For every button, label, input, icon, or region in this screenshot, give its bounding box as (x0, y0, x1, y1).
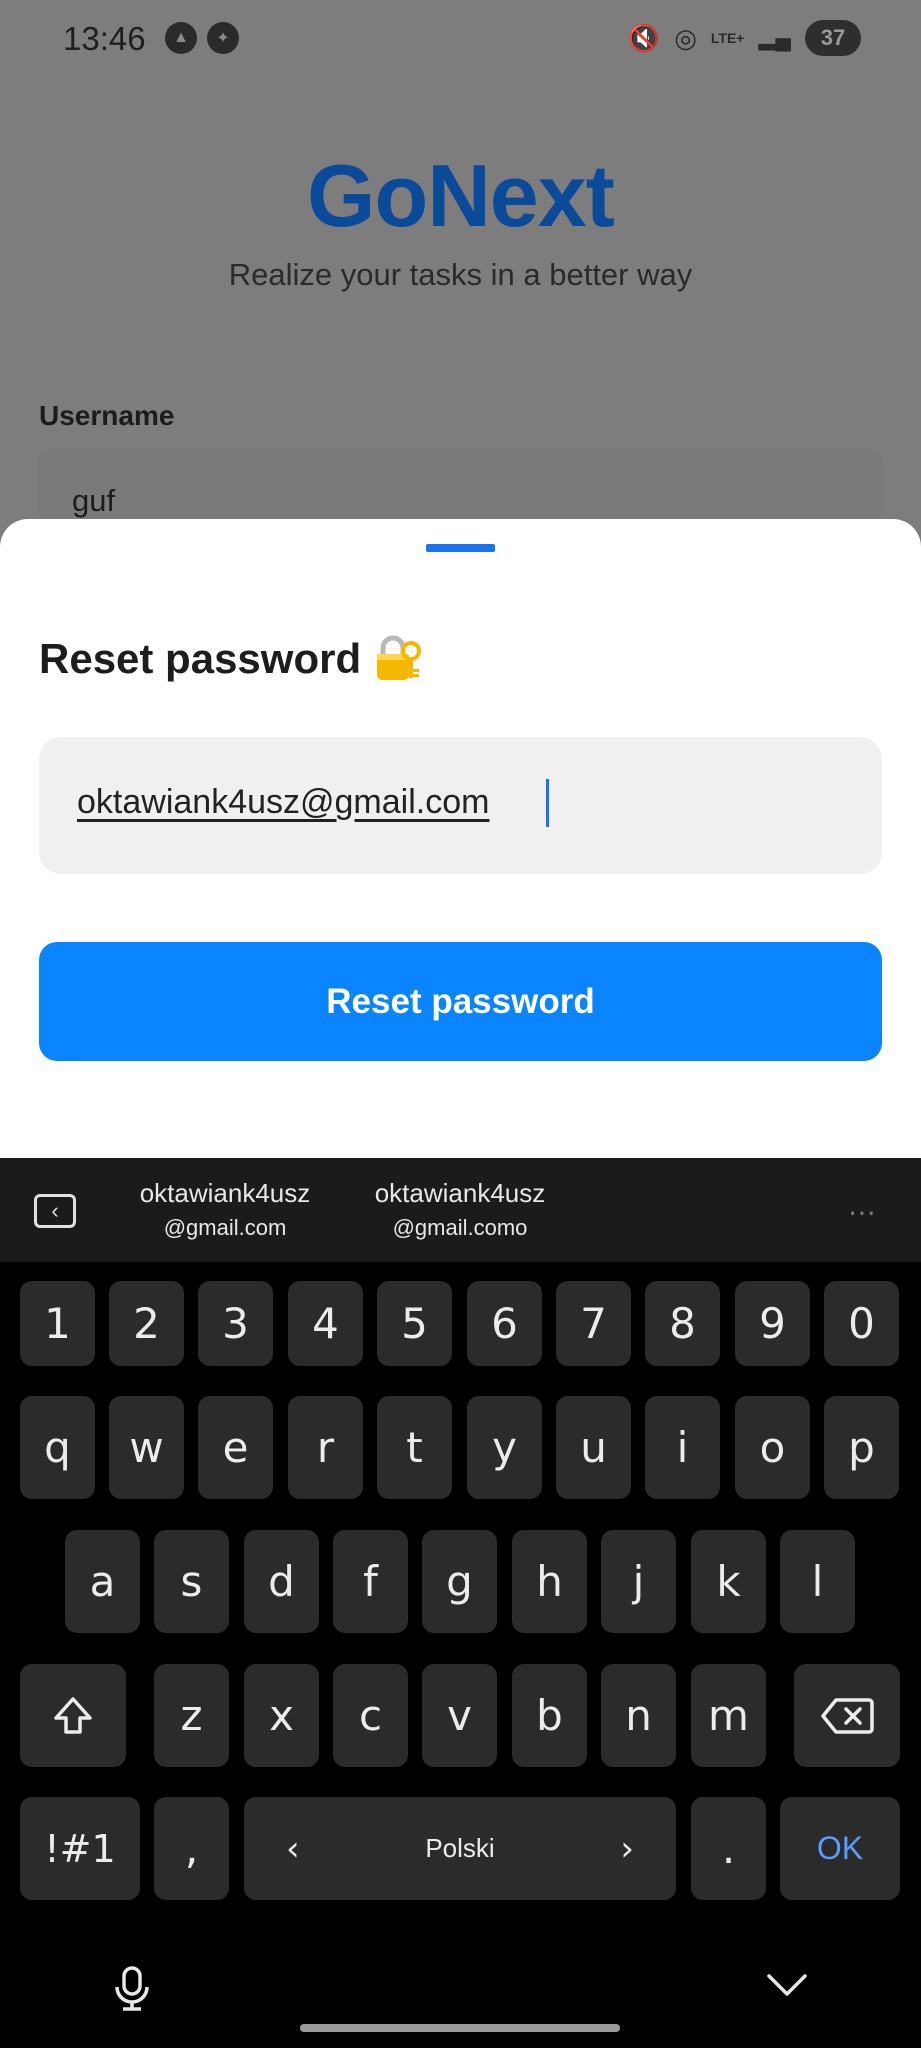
symbols-key[interactable]: !#1 (20, 1797, 140, 1900)
mute-icon: 🔇 (627, 23, 661, 53)
key-6[interactable]: 6 (467, 1281, 542, 1366)
backspace-key[interactable] (794, 1664, 900, 1767)
key-p[interactable]: p (824, 1396, 899, 1499)
ok-key[interactable]: OK (780, 1797, 900, 1900)
backspace-icon (821, 1697, 874, 1734)
app-notification-icon: ▲ (165, 22, 197, 54)
sheet-title-text: Reset password (39, 635, 362, 682)
hotspot-icon: ◎ (674, 23, 697, 53)
more-options-icon[interactable]: ⋯ (848, 1196, 878, 1229)
key-1[interactable]: 1 (20, 1281, 95, 1366)
key-l[interactable]: l (780, 1530, 855, 1633)
key-i[interactable]: i (645, 1396, 720, 1499)
key-7[interactable]: 7 (556, 1281, 631, 1366)
key-z[interactable]: z (154, 1664, 229, 1767)
key-u[interactable]: u (556, 1396, 631, 1499)
comma-key[interactable]: , (154, 1797, 229, 1900)
key-h[interactable]: h (512, 1530, 587, 1633)
key-a[interactable]: a (65, 1530, 140, 1633)
signal-icon: ▂▄ (758, 25, 791, 50)
key-g[interactable]: g (422, 1530, 497, 1633)
shift-key[interactable] (20, 1664, 126, 1767)
key-4[interactable]: 4 (288, 1281, 363, 1366)
shift-icon (54, 1696, 92, 1734)
home-indicator[interactable] (300, 2024, 620, 2032)
key-2[interactable]: 2 (109, 1281, 184, 1366)
suggestion-2-line1: oktawiank4usz (374, 1178, 546, 1208)
key-k[interactable]: k (691, 1530, 766, 1633)
status-bar: 13:46 ▲ ✦ 🔇 ◎ LTE+ ▂▄ 37 (0, 0, 921, 80)
email-input-value: oktawiank4usz@gmail.com (77, 783, 490, 821)
key-y[interactable]: y (467, 1396, 542, 1499)
key-9[interactable]: 9 (735, 1281, 810, 1366)
hide-keyboard-icon[interactable] (765, 1965, 809, 2010)
messenger-icon: ✦ (207, 22, 239, 54)
key-8[interactable]: 8 (645, 1281, 720, 1366)
key-5[interactable]: 5 (377, 1281, 452, 1366)
suggestion-1[interactable]: oktawiank4usz @gmail.com (125, 1178, 325, 1241)
key-n[interactable]: n (601, 1664, 676, 1767)
key-t[interactable]: t (377, 1396, 452, 1499)
suggestion-1-line1: oktawiank4usz (139, 1178, 311, 1208)
period-key[interactable]: . (691, 1797, 766, 1900)
key-r[interactable]: r (288, 1396, 363, 1499)
key-e[interactable]: e (198, 1396, 273, 1499)
space-right-arrow-icon: › (620, 1828, 634, 1869)
network-type: LTE+ (710, 30, 745, 46)
space-language-label: Polski (425, 1833, 495, 1863)
username-value: guf (72, 483, 116, 518)
microphone-icon[interactable] (112, 1965, 152, 2023)
key-3[interactable]: 3 (198, 1281, 273, 1366)
username-label: Username (39, 400, 175, 431)
suggestion-1-line2: @gmail.com (163, 1215, 287, 1240)
key-s[interactable]: s (154, 1530, 229, 1633)
suggestion-2-line2: @gmail.como (392, 1215, 528, 1240)
text-caret (546, 779, 549, 827)
reset-password-button[interactable]: Reset password (39, 942, 882, 1061)
app-tagline: Realize your tasks in a better way (228, 257, 693, 292)
key-j[interactable]: j (601, 1530, 676, 1633)
suggestion-2[interactable]: oktawiank4usz @gmail.como (360, 1178, 560, 1241)
key-0[interactable]: 0 (824, 1281, 899, 1366)
key-m[interactable]: m (691, 1664, 766, 1767)
app-logo-title: GoNext (307, 146, 615, 245)
battery-indicator: 37 (805, 20, 861, 56)
key-o[interactable]: o (735, 1396, 810, 1499)
key-q[interactable]: q (20, 1396, 95, 1499)
clock: 13:46 (63, 20, 146, 57)
sheet-title: Reset password (39, 633, 423, 685)
key-d[interactable]: d (244, 1530, 319, 1633)
lock-key-icon (371, 633, 423, 685)
key-b[interactable]: b (512, 1664, 587, 1767)
key-c[interactable]: c (333, 1664, 408, 1767)
key-f[interactable]: f (333, 1530, 408, 1633)
key-w[interactable]: w (109, 1396, 184, 1499)
sheet-drag-handle[interactable] (426, 544, 495, 552)
key-x[interactable]: x (244, 1664, 319, 1767)
key-v[interactable]: v (422, 1664, 497, 1767)
space-left-arrow-icon: ‹ (286, 1828, 300, 1869)
space-key[interactable]: ‹ Polski › (244, 1797, 676, 1900)
keyboard-toolbar-back-icon[interactable]: ‹ (34, 1194, 76, 1228)
